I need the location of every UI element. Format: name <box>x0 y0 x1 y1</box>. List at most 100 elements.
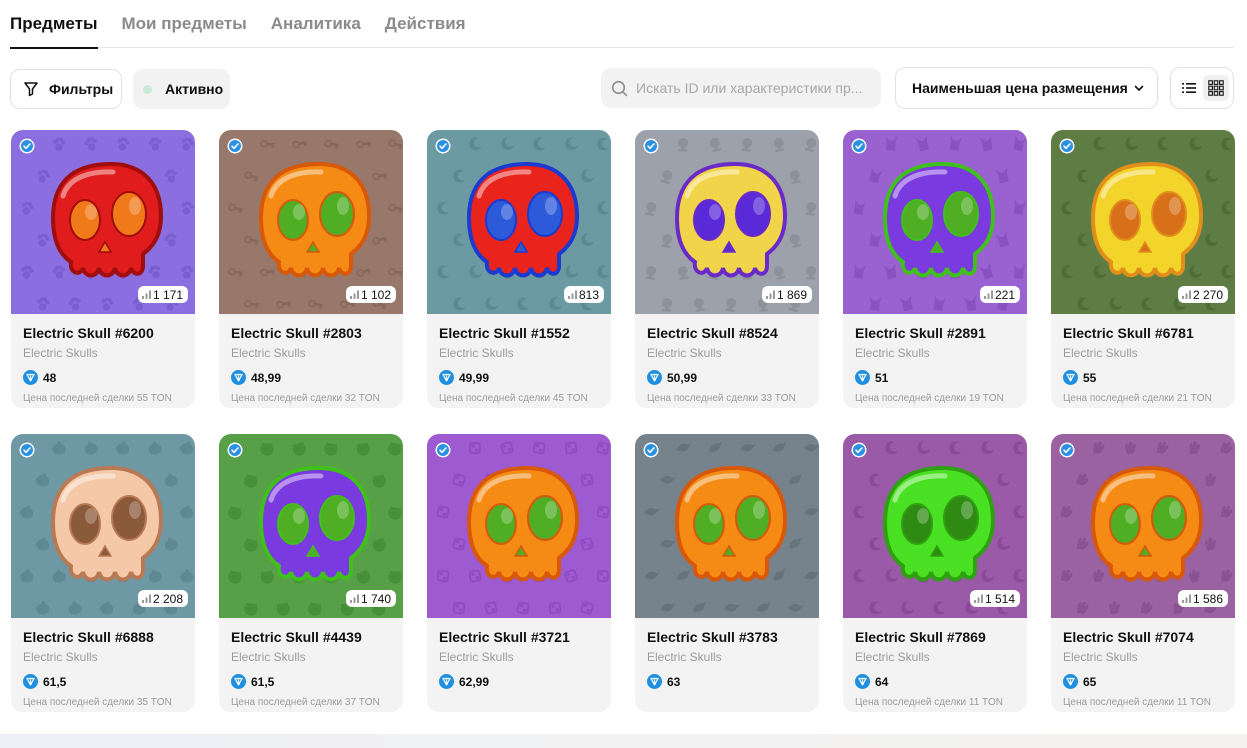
ton-icon <box>439 370 454 385</box>
search-icon <box>611 80 628 96</box>
item-info: Electric Skull #7074 Electric Skulls 65 … <box>1063 629 1227 708</box>
item-price: 48 <box>23 370 187 385</box>
item-image[interactable]: 221 <box>843 130 1027 314</box>
item-info: Electric Skull #1552 Electric Skulls 49,… <box>439 325 603 404</box>
tab-1[interactable]: Мои предметы <box>122 0 247 48</box>
list-view-button[interactable] <box>1176 75 1202 101</box>
item-image[interactable]: 1 586 <box>1051 434 1235 618</box>
tab-3[interactable]: Действия <box>385 0 466 48</box>
views-count: 1 869 <box>776 287 807 302</box>
views-count: 1 171 <box>152 287 183 302</box>
grid-view-button[interactable] <box>1202 75 1229 101</box>
views-badge: 1 171 <box>137 286 188 303</box>
item-name: Electric Skull #1552 <box>439 325 570 341</box>
ton-icon <box>855 674 870 689</box>
item-image[interactable]: 813 <box>427 130 611 314</box>
last-sale-price: Цена последней сделки 55 TON <box>23 393 172 404</box>
verified-badge-icon <box>1059 442 1075 458</box>
ton-icon <box>439 674 454 689</box>
verified-badge-icon <box>851 138 867 154</box>
item-name: Electric Skull #7869 <box>855 629 986 645</box>
views-count: 1 514 <box>984 591 1015 606</box>
last-sale-price: Цена последней сделки 45 TON <box>439 393 588 404</box>
item-name: Electric Skull #3783 <box>647 629 778 645</box>
views-count: 813 <box>578 287 599 302</box>
item-artwork <box>635 434 819 618</box>
skull-icon <box>466 465 580 582</box>
item-image[interactable] <box>427 434 611 618</box>
ton-icon <box>231 370 246 385</box>
price-value: 64 <box>875 674 889 689</box>
active-status-chip[interactable]: Активно <box>133 69 230 109</box>
skull-icon <box>674 465 788 582</box>
verified-badge-icon <box>435 442 451 458</box>
price-value: 48,99 <box>251 370 282 385</box>
price-value: 55 <box>1083 370 1097 385</box>
item-info: Electric Skull #2803 Electric Skulls 48,… <box>231 325 395 404</box>
item-artwork <box>427 434 611 618</box>
item-name: Electric Skull #8524 <box>647 325 778 341</box>
skull-icon <box>50 161 164 278</box>
tab-2[interactable]: Аналитика <box>271 0 361 48</box>
collection-name: Electric Skulls <box>647 346 722 360</box>
bar-chart-icon <box>141 594 151 603</box>
bar-chart-icon <box>349 290 359 299</box>
item-card[interactable]: 1 102 Electric Skull #2803 Electric Skul… <box>219 130 403 408</box>
ton-icon <box>647 674 662 689</box>
item-name: Electric Skull #2891 <box>855 325 986 341</box>
verified-badge-icon <box>227 138 243 154</box>
item-image[interactable]: 2 208 <box>11 434 195 618</box>
last-sale-price: Цена последней сделки 32 TON <box>231 393 380 404</box>
item-info: Electric Skull #6888 Electric Skulls 61,… <box>23 629 187 708</box>
price-value: 65 <box>1083 674 1097 689</box>
sort-dropdown[interactable]: Наименьшая цена размещения <box>895 67 1158 109</box>
item-image[interactable]: 1 514 <box>843 434 1027 618</box>
collection-name: Electric Skulls <box>647 650 722 664</box>
filters-button[interactable]: Фильтры <box>10 69 122 109</box>
item-image[interactable]: 1 740 <box>219 434 403 618</box>
bar-chart-icon <box>567 290 577 299</box>
collection-name: Electric Skulls <box>439 346 514 360</box>
item-card[interactable]: 1 171 Electric Skull #6200 Electric Skul… <box>11 130 195 408</box>
price-value: 48 <box>43 370 57 385</box>
verified-badge-icon <box>19 138 35 154</box>
verified-badge-icon <box>1059 138 1075 154</box>
item-image[interactable]: 1 171 <box>11 130 195 314</box>
item-name: Electric Skull #4439 <box>231 629 362 645</box>
item-info: Electric Skull #7869 Electric Skulls 64 … <box>855 629 1019 708</box>
ton-icon <box>1063 674 1078 689</box>
tab-0[interactable]: Предметы <box>10 0 98 49</box>
item-card[interactable]: 813 Electric Skull #1552 Electric Skulls… <box>427 130 611 408</box>
item-price: 61,5 <box>231 674 395 689</box>
item-card[interactable]: 221 Electric Skull #2891 Electric Skulls… <box>843 130 1027 408</box>
item-name: Electric Skull #6200 <box>23 325 154 341</box>
views-count: 1 740 <box>360 591 391 606</box>
item-card[interactable]: 1 514 Electric Skull #7869 Electric Skul… <box>843 434 1027 712</box>
item-image[interactable]: 1 869 <box>635 130 819 314</box>
item-card[interactable]: 2 270 Electric Skull #6781 Electric Skul… <box>1051 130 1235 408</box>
item-card[interactable]: Electric Skull #3721 Electric Skulls 62,… <box>427 434 611 712</box>
item-card[interactable]: 1 869 Electric Skull #8524 Electric Skul… <box>635 130 819 408</box>
collection-name: Electric Skulls <box>855 650 930 664</box>
list-icon <box>1181 83 1196 93</box>
item-card[interactable]: 1 740 Electric Skull #4439 Electric Skul… <box>219 434 403 712</box>
item-price: 48,99 <box>231 370 395 385</box>
price-value: 61,5 <box>43 674 67 689</box>
item-card[interactable]: Electric Skull #3783 Electric Skulls 63 <box>635 434 819 712</box>
skull-icon <box>466 161 580 278</box>
item-price: 50,99 <box>647 370 811 385</box>
price-value: 63 <box>667 674 681 689</box>
price-value: 62,99 <box>459 674 490 689</box>
item-image[interactable]: 1 102 <box>219 130 403 314</box>
item-info: Electric Skull #2891 Electric Skulls 51 … <box>855 325 1019 404</box>
item-card[interactable]: 1 586 Electric Skull #7074 Electric Skul… <box>1051 434 1235 712</box>
collection-name: Electric Skulls <box>1063 346 1138 360</box>
item-image[interactable] <box>635 434 819 618</box>
item-image[interactable]: 2 270 <box>1051 130 1235 314</box>
grid-icon <box>1207 80 1224 96</box>
search-input[interactable] <box>636 80 866 96</box>
item-name: Electric Skull #6888 <box>23 629 154 645</box>
item-card[interactable]: 2 208 Electric Skull #6888 Electric Skul… <box>11 434 195 712</box>
item-info: Electric Skull #4439 Electric Skulls 61,… <box>231 629 395 708</box>
price-value: 49,99 <box>459 370 490 385</box>
